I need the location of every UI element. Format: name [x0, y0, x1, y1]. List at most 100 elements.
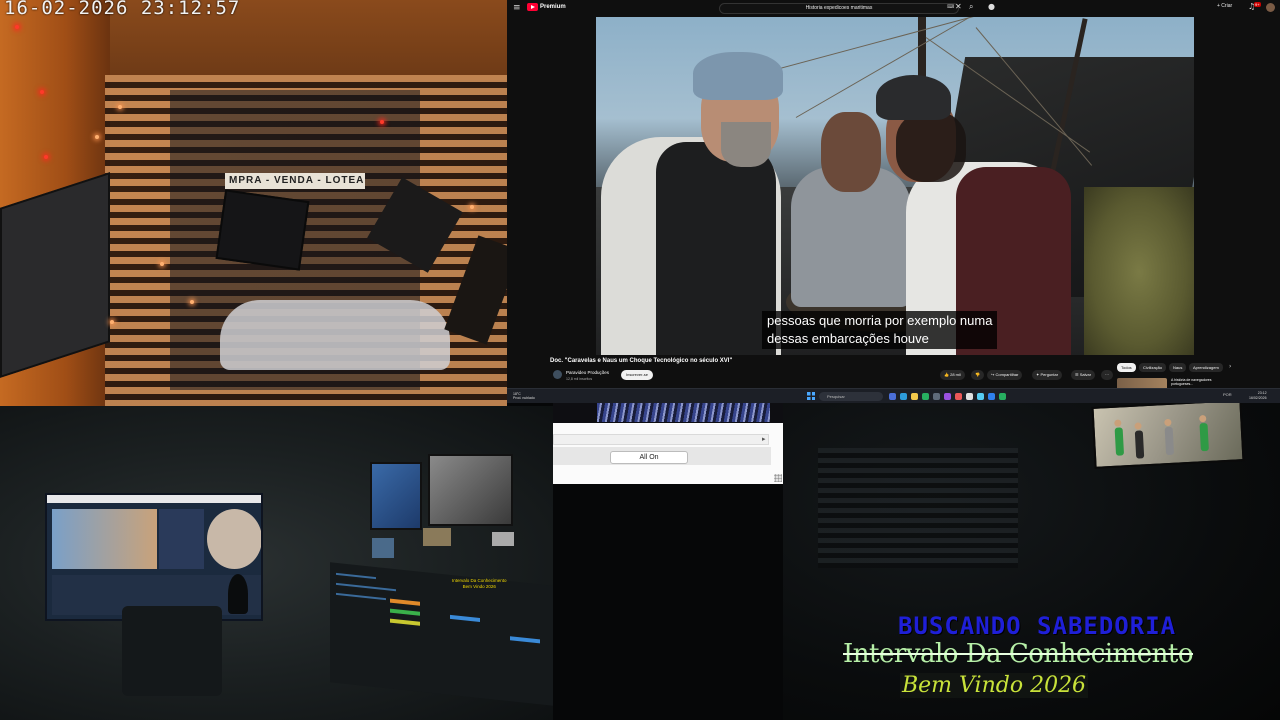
app-icon[interactable] [944, 393, 951, 400]
sailor-middle-head [821, 112, 881, 192]
audio-meter [390, 618, 420, 626]
mixer-track [336, 582, 396, 592]
app-icon[interactable] [999, 393, 1006, 400]
led-light [118, 105, 122, 109]
chair [122, 606, 222, 696]
window-blinds [818, 448, 1018, 568]
weather-widget[interactable]: 18°C Prod. nublado [513, 392, 535, 400]
person [1134, 430, 1145, 459]
share-label: Compartilhar [995, 372, 1019, 377]
taskbar-search[interactable]: Pesquisar [819, 392, 883, 401]
chrome-icon[interactable] [922, 393, 929, 400]
chip-learning[interactable]: Aprendizagem [1189, 363, 1223, 372]
video-thumbnail [159, 509, 204, 569]
more-actions-button[interactable]: ··· [1101, 370, 1113, 380]
share-button[interactable]: ↪ Compartilhar [987, 370, 1023, 380]
obs-icon[interactable] [955, 393, 962, 400]
save-button[interactable]: ☰ Salvar [1071, 370, 1096, 380]
chip-ships[interactable]: Naus [1169, 363, 1187, 372]
logo-subtitle: Intervalo Da Conhecimento [843, 639, 1194, 669]
app-icon[interactable] [977, 393, 984, 400]
search-icon[interactable]: ⌕ [969, 2, 973, 12]
audio-meter [390, 608, 420, 616]
led-light [44, 155, 48, 159]
led-light [40, 90, 44, 94]
monitor-small [423, 528, 451, 546]
resize-grip-icon[interactable] [774, 474, 782, 482]
task-view-icon[interactable] [889, 393, 896, 400]
chevron-right-icon[interactable]: › [1229, 363, 1231, 370]
avatar[interactable] [1266, 3, 1275, 12]
menu-icon[interactable]: ≡ [513, 3, 521, 13]
keyboard-icon[interactable]: ⌨ [947, 4, 954, 10]
chip-civilization[interactable]: Civilização [1139, 363, 1167, 372]
channel-name[interactable]: Paravideo Produções [566, 370, 609, 375]
hay-bale [1084, 187, 1194, 355]
led-light [110, 320, 114, 324]
figurine [228, 574, 248, 614]
search-input[interactable]: Historia expedicoes maritimas [719, 3, 959, 14]
studio-overlay-text: Intervalo Da Conhecimento Bem Vindo 2026 [452, 578, 507, 590]
led-light [380, 120, 384, 124]
sailor-right-cap [876, 75, 951, 120]
control-window: ▸ All On [553, 403, 783, 484]
dislike-button[interactable]: 👎 [971, 370, 984, 380]
wall-tv [1091, 403, 1245, 469]
mixer-track [336, 592, 386, 601]
recommended-title[interactable]: A história de navegadores portugueses... [1171, 378, 1231, 386]
subtitle-line: pessoas que morria por exemplo numa [767, 313, 993, 328]
edge-icon[interactable] [900, 393, 907, 400]
all-on-button[interactable]: All On [610, 451, 688, 464]
video-player[interactable]: pessoas que morria por exemplo numa dess… [596, 17, 1194, 355]
weather-desc: Prod. nublado [513, 396, 535, 400]
sailor-left-cap [693, 52, 783, 100]
camera-feed-entrance: MPRA - VENDA - LOTEAM 16-02-2026 23:12:5… [0, 0, 507, 406]
channel-logo-overlay: BUSCANDO SABEDORIA Intervalo Da Conhecim… [843, 612, 1243, 712]
microphone-icon[interactable]: ● [988, 2, 995, 11]
subscribe-button[interactable]: Inscrever-se [621, 370, 654, 380]
language-indicator[interactable]: POR [1223, 392, 1232, 397]
chip-all[interactable]: Todos [1117, 363, 1136, 372]
channel-avatar[interactable] [553, 370, 562, 379]
youtube-logo[interactable]: Premium [527, 3, 566, 11]
youtube-window: ≡ Premium Historia expedicoes maritimas … [507, 0, 1280, 403]
like-count: 28 mil [950, 372, 961, 377]
ask-button[interactable]: ✦ Perguntar [1032, 370, 1063, 380]
person-head [1134, 422, 1142, 430]
ask-label: Perguntar [1040, 372, 1059, 377]
logo-title: BUSCANDO SABEDORIA [898, 612, 1177, 640]
person [1114, 427, 1125, 456]
video-thumbnail [52, 509, 157, 569]
preview-image [597, 403, 770, 422]
horizontal-scrollbar[interactable] [553, 434, 769, 445]
audio-meter [450, 614, 480, 623]
speaker-center [215, 189, 310, 271]
windows-start-icon[interactable] [807, 392, 815, 400]
app-icon[interactable] [966, 393, 973, 400]
mixer-screen [330, 562, 553, 706]
studio-overlay-line: Bem Vindo 2026 [462, 584, 496, 589]
speaker-left [0, 172, 110, 378]
audio-meter [510, 636, 540, 644]
channel-subscribers: 12,8 mil inscritos [566, 377, 593, 381]
app-icon[interactable] [933, 393, 940, 400]
video-thumbnail [207, 509, 261, 569]
mixer-track [336, 572, 376, 580]
monitor-small [492, 532, 514, 546]
subtitle-line: dessas embarcações houve [767, 331, 929, 346]
scroll-right-icon[interactable]: ▸ [762, 435, 766, 443]
taskbar-clock[interactable]: 23:12 16/02/2026 [1249, 391, 1267, 401]
like-button[interactable]: 👍 28 mil [940, 370, 965, 380]
notification-badge: 9+ [1254, 2, 1261, 7]
led-light [160, 262, 164, 266]
monitor-preview [370, 462, 422, 530]
app-icon[interactable] [988, 393, 995, 400]
monitor-program [428, 454, 513, 526]
file-explorer-icon[interactable] [911, 393, 918, 400]
led-light [95, 135, 99, 139]
clear-search-icon[interactable]: ✕ [955, 2, 962, 11]
led-light [470, 205, 474, 209]
store-sign: MPRA - VENDA - LOTEAM [225, 173, 365, 189]
youtube-play-icon [527, 3, 538, 11]
create-button[interactable]: + Criar [1217, 3, 1232, 9]
